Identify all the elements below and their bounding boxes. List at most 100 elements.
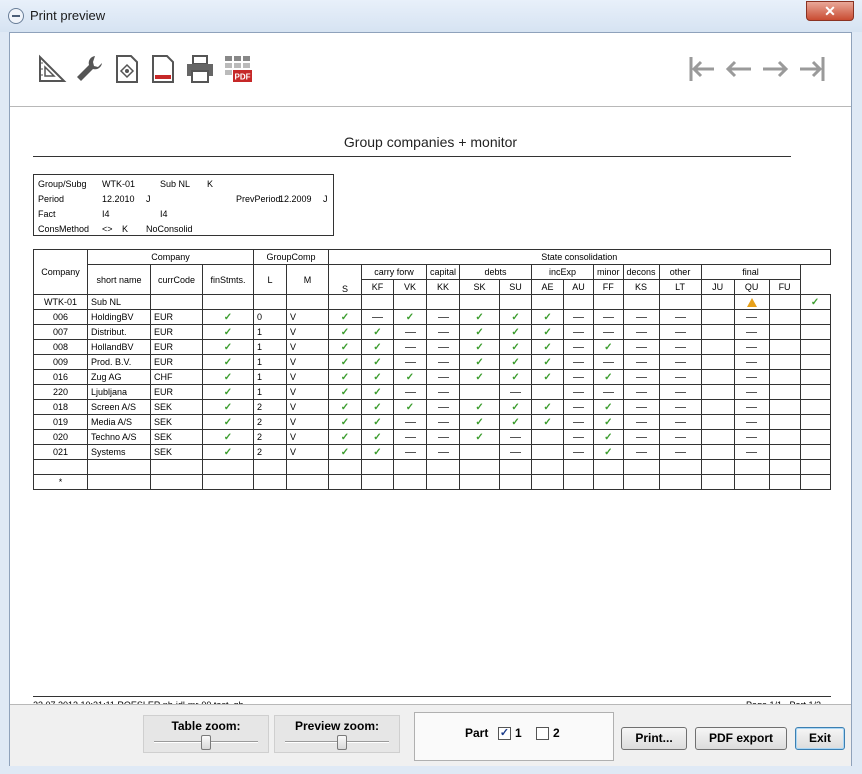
cell-status: ✓ (459, 324, 501, 340)
cell-status (563, 399, 595, 415)
dash-icon (510, 452, 522, 454)
table-row: 220 Ljubljana EUR ✓ 1 V ✓ ✓ (33, 384, 831, 400)
cell-fin-stmts: ✓ (202, 309, 254, 325)
cell-L: 0 (253, 309, 287, 325)
check-icon: ✓ (604, 401, 613, 413)
col-M: M (286, 264, 329, 295)
table-row: WTK-01 Sub NL ✓ (33, 294, 831, 310)
cell-short-name: Screen A/S (87, 399, 151, 415)
cell-M: V (286, 414, 329, 430)
check-icon: ✓ (223, 371, 233, 383)
check-icon: ✓ (223, 446, 233, 458)
dash-icon (674, 332, 686, 334)
col-group-capital: capital (425, 264, 461, 280)
check-icon: ✓ (543, 416, 552, 428)
check-icon: ✓ (340, 431, 350, 443)
cell-status: ✓ (361, 324, 394, 340)
page-setup-icon[interactable] (111, 53, 143, 85)
cell-short-name: Prod. B.V. (87, 354, 151, 370)
setup-triangle-icon[interactable] (36, 53, 68, 85)
table-row: 020 Techno A/S SEK ✓ 2 V ✓ ✓ ✓ ✓ (33, 429, 831, 445)
dash-icon (573, 437, 585, 439)
sub-value: K (207, 179, 214, 189)
preview-zoom-control: Preview zoom: (274, 715, 400, 753)
col-group-groupcomp: GroupComp (253, 249, 329, 265)
cell-status: ✓ (393, 369, 427, 385)
dash-icon (746, 422, 758, 424)
cell-status: ✓ (361, 354, 394, 370)
cell-company: 019 (33, 414, 88, 430)
cell-curr-code: SEK (150, 414, 203, 430)
cell-status (768, 429, 801, 445)
cell-status (768, 309, 801, 325)
cell-status (799, 339, 831, 355)
cell-status (733, 474, 770, 490)
cell-company: 020 (33, 429, 88, 445)
cell-status: ✓ (393, 309, 427, 325)
check-icon: ✓ (475, 326, 484, 338)
part-2-checkbox[interactable] (536, 727, 549, 740)
cell-status (622, 429, 660, 445)
cell-M: V (286, 429, 329, 445)
cell-status: ✓ (459, 354, 501, 370)
check-icon: ✓ (405, 311, 415, 323)
cell-curr-code: SEK (150, 429, 203, 445)
cell-status (700, 369, 735, 385)
dash-icon (573, 317, 585, 319)
cell-status (622, 414, 660, 430)
print-button[interactable]: Print... (621, 727, 687, 750)
sub-label: Sub NL (160, 179, 191, 189)
cell-status (425, 474, 461, 490)
cell-status (658, 309, 702, 325)
previous-page-icon[interactable] (723, 53, 755, 85)
cell-status (799, 459, 831, 475)
check-icon: ✓ (223, 401, 233, 413)
col-KK: KK (425, 279, 461, 295)
wrench-icon[interactable] (73, 53, 105, 85)
cell-curr-code (150, 294, 203, 310)
single-page-icon[interactable] (147, 53, 179, 85)
first-page-icon[interactable] (686, 53, 718, 85)
next-page-icon[interactable] (759, 53, 791, 85)
cell-status (733, 324, 770, 340)
cell-L (253, 474, 287, 490)
cell-company: 016 (33, 369, 88, 385)
cell-status (499, 444, 533, 460)
preview-zoom-slider[interactable] (336, 735, 347, 750)
dash-icon (437, 317, 449, 319)
check-icon: ✓ (340, 311, 350, 323)
table-zoom-slider[interactable] (201, 735, 211, 750)
cell-status: ✓ (459, 429, 501, 445)
dash-icon (573, 332, 585, 334)
cell-fin-stmts: ✓ (202, 324, 254, 340)
cell-status: ✓ (531, 339, 565, 355)
dash-icon (602, 317, 614, 319)
cell-status (733, 339, 770, 355)
check-icon: ✓ (223, 386, 233, 398)
last-page-icon[interactable] (796, 53, 828, 85)
cell-status: ✓ (499, 309, 533, 325)
close-button[interactable]: ✕ (806, 1, 854, 21)
app-icon[interactable] (8, 8, 24, 24)
cell-status (593, 354, 624, 370)
parameter-box: Group/Subg WTK-01 Sub NL K Period 12.201… (33, 174, 334, 236)
cell-status (328, 459, 362, 475)
prev-period-label: PrevPeriod (236, 194, 281, 204)
dash-icon (437, 452, 449, 454)
company-monitor-table: Company Company GroupComp State consolid… (33, 249, 831, 490)
cell-status: ✓ (531, 399, 565, 415)
part-1-checkbox[interactable]: ✓ (498, 727, 511, 740)
cell-status (563, 459, 595, 475)
cell-status (733, 459, 770, 475)
dash-icon (404, 362, 416, 364)
col-QU: QU (733, 279, 770, 295)
cell-status: ✓ (531, 354, 565, 370)
dash-icon (437, 332, 449, 334)
pdf-export-button[interactable]: PDF export (695, 727, 787, 750)
exit-button[interactable]: Exit (795, 727, 845, 750)
cell-company (33, 459, 88, 475)
cell-fin-stmts (202, 294, 254, 310)
cons-method-label: ConsMethod (38, 224, 90, 234)
printer-icon[interactable] (184, 53, 216, 85)
pdf-grid-icon[interactable]: PDF (222, 53, 254, 85)
